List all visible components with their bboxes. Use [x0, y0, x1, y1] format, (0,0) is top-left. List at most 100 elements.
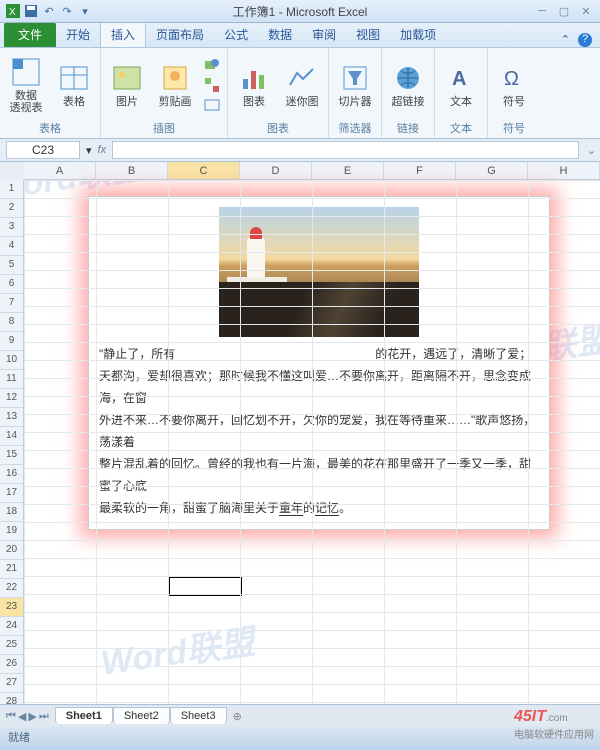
- tab-formulas[interactable]: 公式: [214, 22, 258, 47]
- svg-text:Ω: Ω: [504, 68, 519, 90]
- col-header[interactable]: F: [384, 162, 456, 180]
- row-header[interactable]: 22: [0, 579, 24, 598]
- row-header[interactable]: 8: [0, 313, 24, 332]
- row-header[interactable]: 19: [0, 522, 24, 541]
- smartart-icon[interactable]: [203, 76, 221, 94]
- row-header[interactable]: 28: [0, 693, 24, 704]
- tab-data[interactable]: 数据: [258, 22, 302, 47]
- qat-dropdown-icon[interactable]: ▾: [78, 4, 92, 18]
- tab-file[interactable]: 文件: [4, 22, 56, 47]
- sheet-tab-1[interactable]: Sheet1: [55, 707, 113, 724]
- row-header[interactable]: 10: [0, 351, 24, 370]
- col-header[interactable]: C: [168, 162, 240, 180]
- tab-home[interactable]: 开始: [56, 22, 100, 47]
- row-header[interactable]: 12: [0, 389, 24, 408]
- last-sheet-icon[interactable]: ⏭: [39, 710, 49, 723]
- symbol-button[interactable]: Ω符号: [494, 62, 534, 108]
- sheet-tab-3[interactable]: Sheet3: [170, 707, 227, 724]
- tab-view[interactable]: 视图: [346, 22, 390, 47]
- save-icon[interactable]: [24, 4, 38, 18]
- col-header[interactable]: D: [240, 162, 312, 180]
- row-header[interactable]: 24: [0, 617, 24, 636]
- col-header[interactable]: A: [24, 162, 96, 180]
- omega-icon: Ω: [498, 62, 530, 94]
- row-header[interactable]: 11: [0, 370, 24, 389]
- row-header[interactable]: 9: [0, 332, 24, 351]
- row-header[interactable]: 23: [0, 598, 24, 617]
- sparkline-button[interactable]: 迷你图: [282, 62, 322, 108]
- tab-review[interactable]: 审阅: [302, 22, 346, 47]
- hyperlink-button[interactable]: 超链接: [388, 62, 428, 108]
- close-button[interactable]: ✕: [578, 5, 594, 18]
- group-tables: 数据 透视表 表格 表格: [0, 48, 101, 138]
- minimize-button[interactable]: ─: [534, 5, 550, 18]
- embedded-text: "静止了，所有的花开，遇远了，清晰了爱； 天都沟，爱却很喜欢；那时候我不懂这叫爱…: [99, 343, 539, 519]
- redo-icon[interactable]: ↷: [60, 4, 74, 18]
- formula-expand-icon[interactable]: ⌄: [583, 144, 600, 157]
- grid[interactable]: "静止了，所有的花开，遇远了，清晰了爱； 天都沟，爱却很喜欢；那时候我不懂这叫爱…: [24, 180, 600, 704]
- picture-button[interactable]: 图片: [107, 62, 147, 108]
- row-header[interactable]: 27: [0, 674, 24, 693]
- row-header[interactable]: 25: [0, 636, 24, 655]
- tab-insert[interactable]: 插入: [100, 21, 146, 47]
- col-header[interactable]: H: [528, 162, 600, 180]
- row-header[interactable]: 26: [0, 655, 24, 674]
- row-header[interactable]: 7: [0, 294, 24, 313]
- first-sheet-icon[interactable]: ⏮: [6, 710, 16, 723]
- group-label: 表格: [6, 118, 94, 138]
- table-button[interactable]: 表格: [54, 62, 94, 108]
- excel-icon: X: [6, 4, 20, 18]
- screenshot-icon[interactable]: [203, 96, 221, 114]
- row-header[interactable]: 15: [0, 446, 24, 465]
- textbox-button[interactable]: A文本: [441, 62, 481, 108]
- col-header[interactable]: E: [312, 162, 384, 180]
- embedded-object[interactable]: "静止了，所有的花开，遇远了，清晰了爱； 天都沟，爱却很喜欢；那时候我不懂这叫爱…: [88, 196, 550, 530]
- chart-icon: [238, 62, 270, 94]
- sheet-nav: ⏮ ◀ ▶ ⏭: [0, 710, 55, 723]
- col-header[interactable]: G: [456, 162, 528, 180]
- row-header[interactable]: 21: [0, 560, 24, 579]
- pivot-table-button[interactable]: 数据 透视表: [6, 56, 46, 114]
- minimize-ribbon-icon[interactable]: ⌃: [561, 33, 570, 47]
- next-sheet-icon[interactable]: ▶: [28, 710, 36, 723]
- formula-input[interactable]: [112, 141, 579, 159]
- row-header[interactable]: 17: [0, 484, 24, 503]
- column-headers: ABCDEFGH: [24, 162, 600, 180]
- clipart-button[interactable]: 剪贴画: [155, 62, 195, 108]
- col-header[interactable]: B: [96, 162, 168, 180]
- sheet-tab-2[interactable]: Sheet2: [113, 707, 170, 724]
- tab-layout[interactable]: 页面布局: [146, 22, 214, 47]
- group-label: 筛选器: [335, 118, 375, 138]
- group-label: 插图: [107, 118, 221, 138]
- row-header[interactable]: 20: [0, 541, 24, 560]
- pivot-icon: [10, 56, 42, 88]
- row-header[interactable]: 5: [0, 256, 24, 275]
- help-icon[interactable]: ?: [578, 33, 592, 47]
- slicer-button[interactable]: 切片器: [335, 62, 375, 108]
- row-header[interactable]: 1: [0, 180, 24, 199]
- row-header[interactable]: 2: [0, 199, 24, 218]
- row-header[interactable]: 3: [0, 218, 24, 237]
- row-header[interactable]: 16: [0, 465, 24, 484]
- maximize-button[interactable]: ▢: [556, 5, 572, 18]
- row-header[interactable]: 4: [0, 237, 24, 256]
- name-box[interactable]: C23: [6, 141, 80, 159]
- shapes-icon[interactable]: [203, 56, 221, 74]
- selected-cell: [168, 576, 242, 596]
- undo-icon[interactable]: ↶: [42, 4, 56, 18]
- group-links: 超链接 链接: [382, 48, 435, 138]
- help-area: ⌃ ?: [561, 33, 600, 47]
- new-sheet-icon[interactable]: ⊕: [227, 710, 248, 723]
- row-header[interactable]: 14: [0, 427, 24, 446]
- row-header[interactable]: 18: [0, 503, 24, 522]
- tab-addins[interactable]: 加载项: [390, 22, 446, 47]
- select-all-corner[interactable]: [0, 162, 25, 181]
- namebox-dropdown-icon[interactable]: ▾: [86, 144, 92, 157]
- sheet-tab-bar: ⏮ ◀ ▶ ⏭ Sheet1 Sheet2 Sheet3 ⊕: [0, 704, 600, 727]
- row-header[interactable]: 13: [0, 408, 24, 427]
- fx-icon[interactable]: fx: [98, 144, 107, 156]
- row-header[interactable]: 6: [0, 275, 24, 294]
- footer-logo: 45IT.com 电脑软硬件应用网: [514, 708, 594, 741]
- prev-sheet-icon[interactable]: ◀: [18, 710, 26, 723]
- chart-button[interactable]: 图表: [234, 62, 274, 108]
